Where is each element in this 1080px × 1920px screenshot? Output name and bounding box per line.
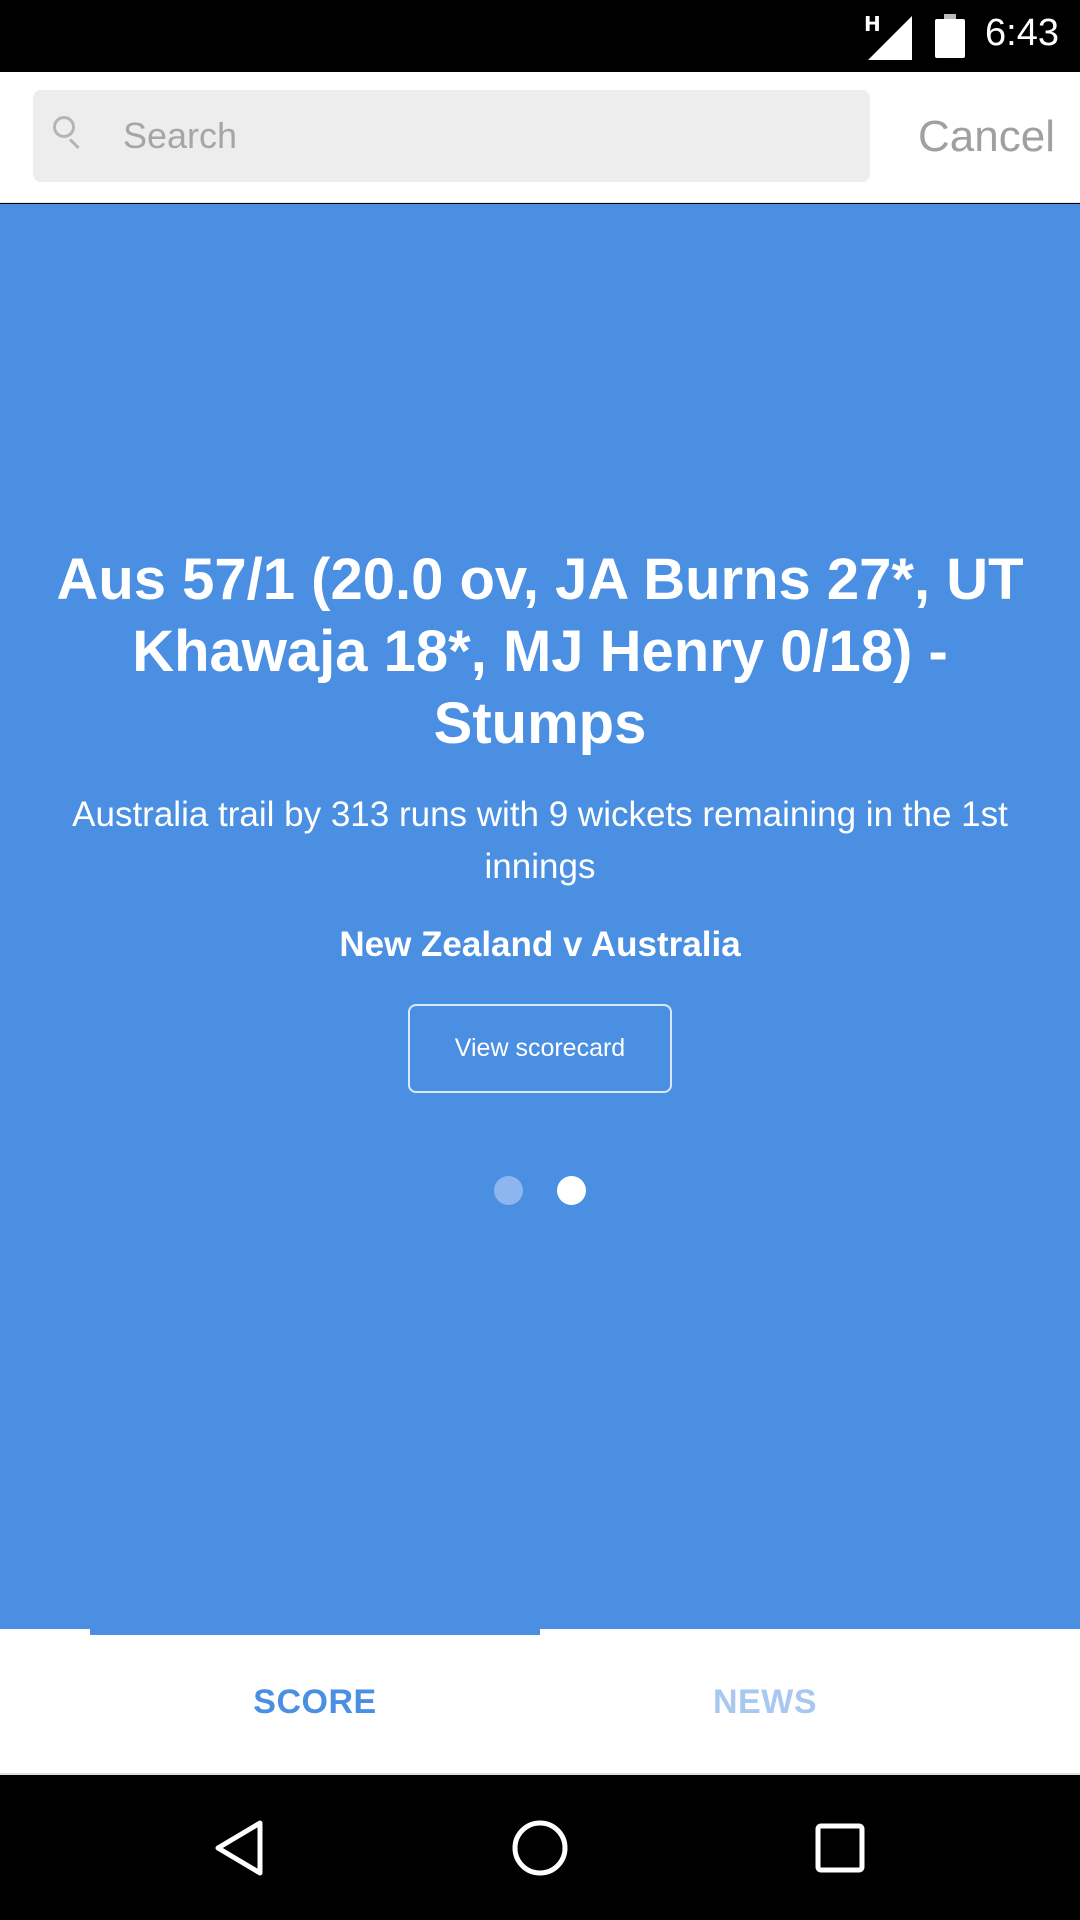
score-headline: Aus 57/1 (20.0 ov, JA Burns 27*, UT Khaw… <box>56 547 1024 756</box>
navigation-bar <box>0 1777 1080 1920</box>
match-status-text: Australia trail by 313 runs with 9 wicke… <box>72 795 1008 886</box>
back-button[interactable] <box>170 1777 310 1920</box>
tab-bar: SCORE NEWS <box>0 1629 1080 1775</box>
home-button[interactable] <box>470 1777 610 1920</box>
tab-news[interactable]: NEWS <box>540 1629 990 1775</box>
score-card-pager[interactable]: Aus 57/1 (20.0 ov, JA Burns 27*, UT Khaw… <box>0 204 1080 1629</box>
match-title: New Zealand v Australia <box>339 925 741 964</box>
page-dot-2-active[interactable] <box>557 1176 586 1205</box>
network-type-label: H <box>864 12 881 36</box>
page-dot-1[interactable] <box>494 1176 523 1205</box>
back-icon <box>215 1820 263 1876</box>
search-header: Cancel <box>0 72 1080 203</box>
recents-icon <box>815 1823 865 1873</box>
view-scorecard-button[interactable]: View scorecard <box>408 1004 672 1093</box>
signal-icon: H <box>864 12 912 60</box>
status-time: 6:43 <box>985 12 1059 54</box>
status-bar: H 6:43 <box>0 0 1080 72</box>
cancel-button[interactable]: Cancel <box>905 102 1055 172</box>
search-input[interactable] <box>123 90 843 182</box>
search-box[interactable] <box>33 90 870 182</box>
tab-score[interactable]: SCORE <box>90 1629 540 1775</box>
recents-button[interactable] <box>770 1777 910 1920</box>
home-icon <box>512 1820 568 1876</box>
page-indicator <box>0 1176 1080 1206</box>
battery-icon <box>935 14 965 58</box>
search-icon <box>53 116 85 150</box>
